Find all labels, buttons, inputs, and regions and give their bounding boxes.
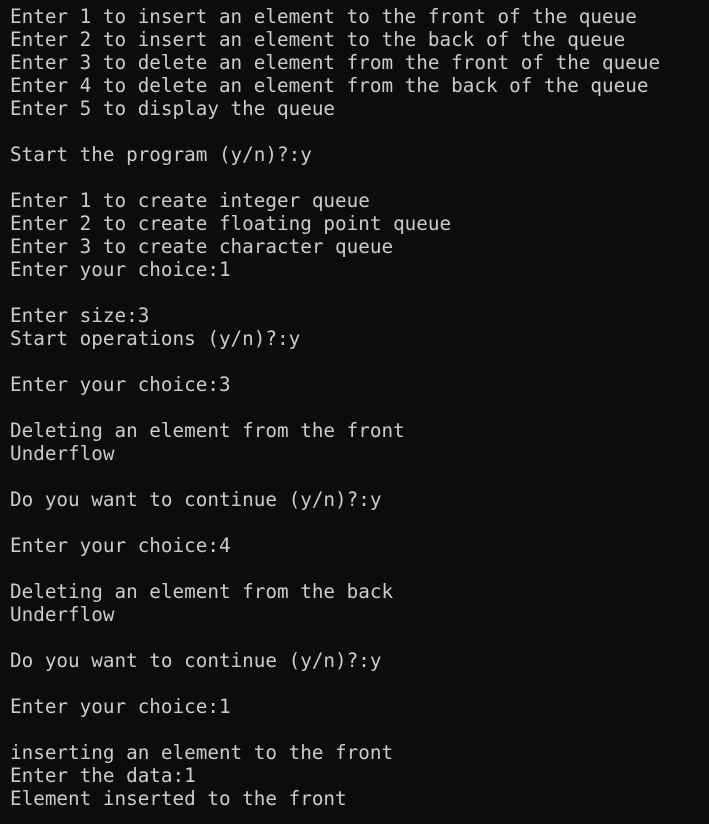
terminal-line: Enter 5 to display the queue bbox=[10, 97, 336, 120]
terminal-line: Element inserted to the front bbox=[10, 787, 347, 810]
terminal-line: inserting an element to the front bbox=[10, 741, 394, 764]
terminal-line: Enter 3 to delete an element from the fr… bbox=[10, 51, 661, 74]
terminal-line: Start the program (y/n)?:y bbox=[10, 143, 312, 166]
terminal-line: Enter your choice:1 bbox=[10, 695, 231, 718]
terminal-line: Enter 2 to create floating point queue bbox=[10, 212, 452, 235]
terminal-line: Enter size:3 bbox=[10, 304, 150, 327]
terminal-line: Enter the data:1 bbox=[10, 764, 196, 787]
terminal-line: Enter 3 to create character queue bbox=[10, 235, 394, 258]
terminal-line: Do you want to continue (y/n)?:y bbox=[10, 488, 382, 511]
terminal-line: Enter 2 to insert an element to the back… bbox=[10, 28, 626, 51]
terminal-line: Enter your choice:1 bbox=[10, 258, 231, 281]
terminal-line: Deleting an element from the back bbox=[10, 580, 394, 603]
terminal-output[interactable]: Enter 1 to insert an element to the fron… bbox=[0, 0, 709, 824]
terminal-line: Enter 1 to insert an element to the fron… bbox=[10, 5, 637, 28]
terminal-line: Underflow bbox=[10, 603, 115, 626]
terminal-line: Enter 4 to delete an element from the ba… bbox=[10, 74, 649, 97]
terminal-line: Do you want to continue (y/n)?:y bbox=[10, 649, 382, 672]
terminal-line: Enter your choice:3 bbox=[10, 373, 231, 396]
terminal-line: Enter 1 to create integer queue bbox=[10, 189, 370, 212]
terminal-line: Deleting an element from the front bbox=[10, 419, 405, 442]
terminal-line: Underflow bbox=[10, 442, 115, 465]
terminal-line: Start operations (y/n)?:y bbox=[10, 327, 301, 350]
terminal-line: Enter your choice:4 bbox=[10, 534, 231, 557]
